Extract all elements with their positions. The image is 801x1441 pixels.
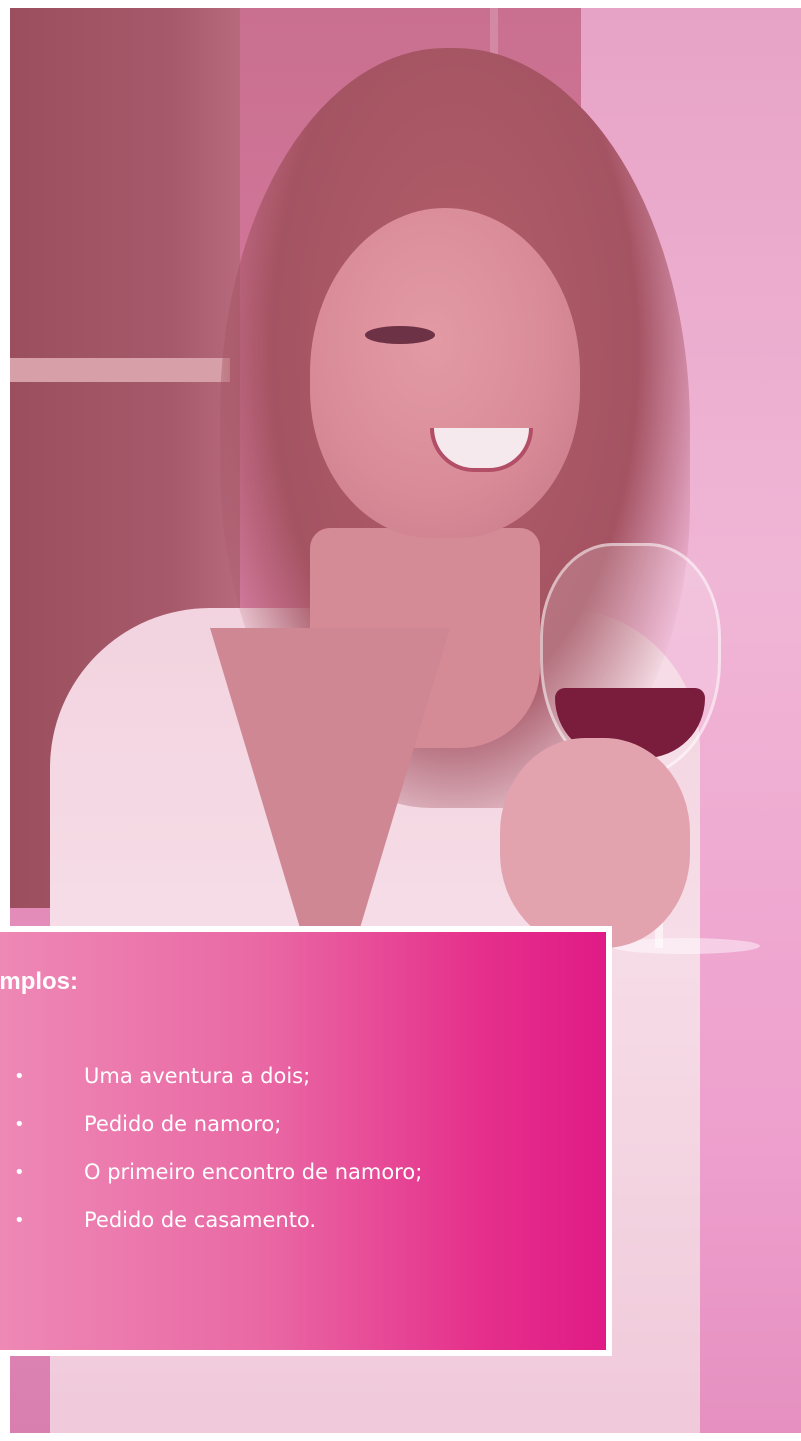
photo-eye: [365, 326, 435, 344]
bullet-icon: •: [14, 1161, 25, 1183]
bullet-icon: •: [14, 1065, 25, 1087]
bullet-icon: •: [14, 1209, 25, 1231]
list-item: • O primeiro encontro de namoro;: [14, 1148, 422, 1196]
list-item: • Pedido de casamento.: [14, 1196, 422, 1244]
examples-list: • Uma aventura a dois; • Pedido de namor…: [14, 1052, 422, 1244]
list-item: • Pedido de namoro;: [14, 1100, 422, 1148]
list-item-text: Pedido de namoro;: [84, 1112, 282, 1136]
card-title: emplos:: [0, 968, 79, 995]
examples-card: emplos: • Uma aventura a dois; • Pedido …: [0, 926, 612, 1356]
page: emplos: • Uma aventura a dois; • Pedido …: [0, 0, 801, 1441]
bullet-icon: •: [14, 1113, 25, 1135]
photo-shelf: [10, 358, 230, 382]
list-item-text: O primeiro encontro de namoro;: [84, 1160, 423, 1184]
photo-face: [310, 208, 580, 538]
list-item: • Uma aventura a dois;: [14, 1052, 422, 1100]
photo-hand: [500, 738, 690, 948]
list-item-text: Uma aventura a dois;: [84, 1064, 311, 1088]
list-item-text: Pedido de casamento.: [84, 1208, 317, 1232]
